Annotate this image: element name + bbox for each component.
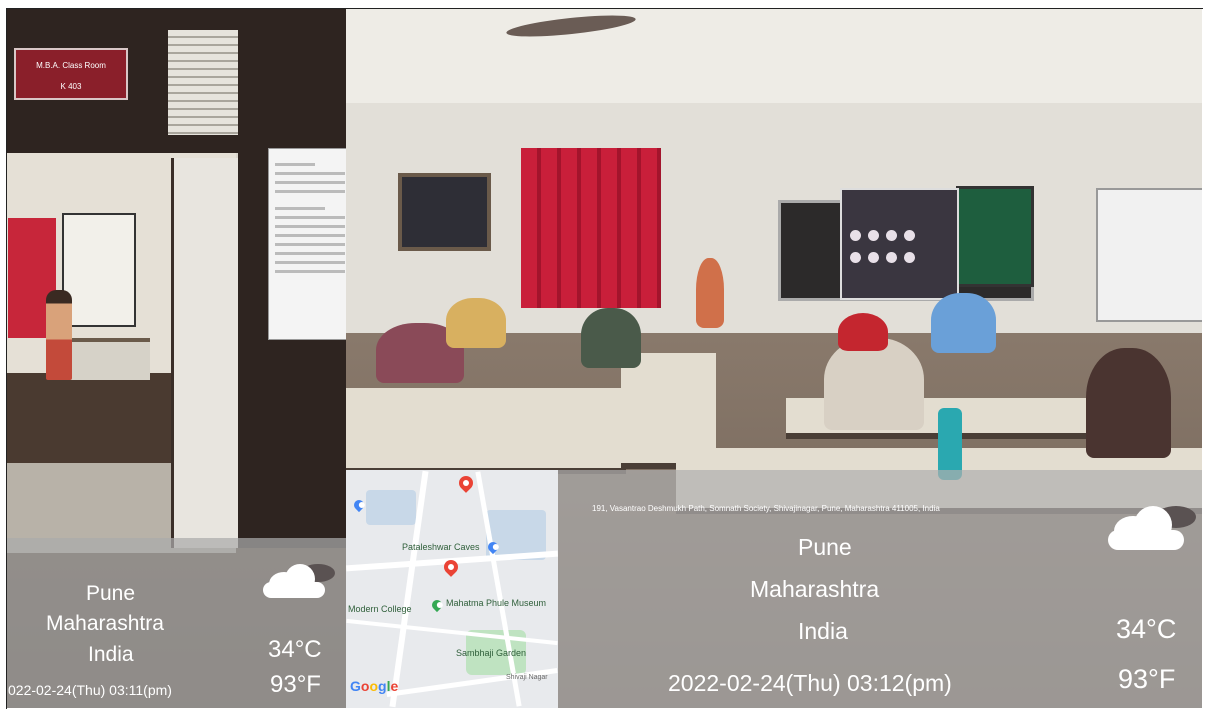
- image-border: [6, 8, 1203, 709]
